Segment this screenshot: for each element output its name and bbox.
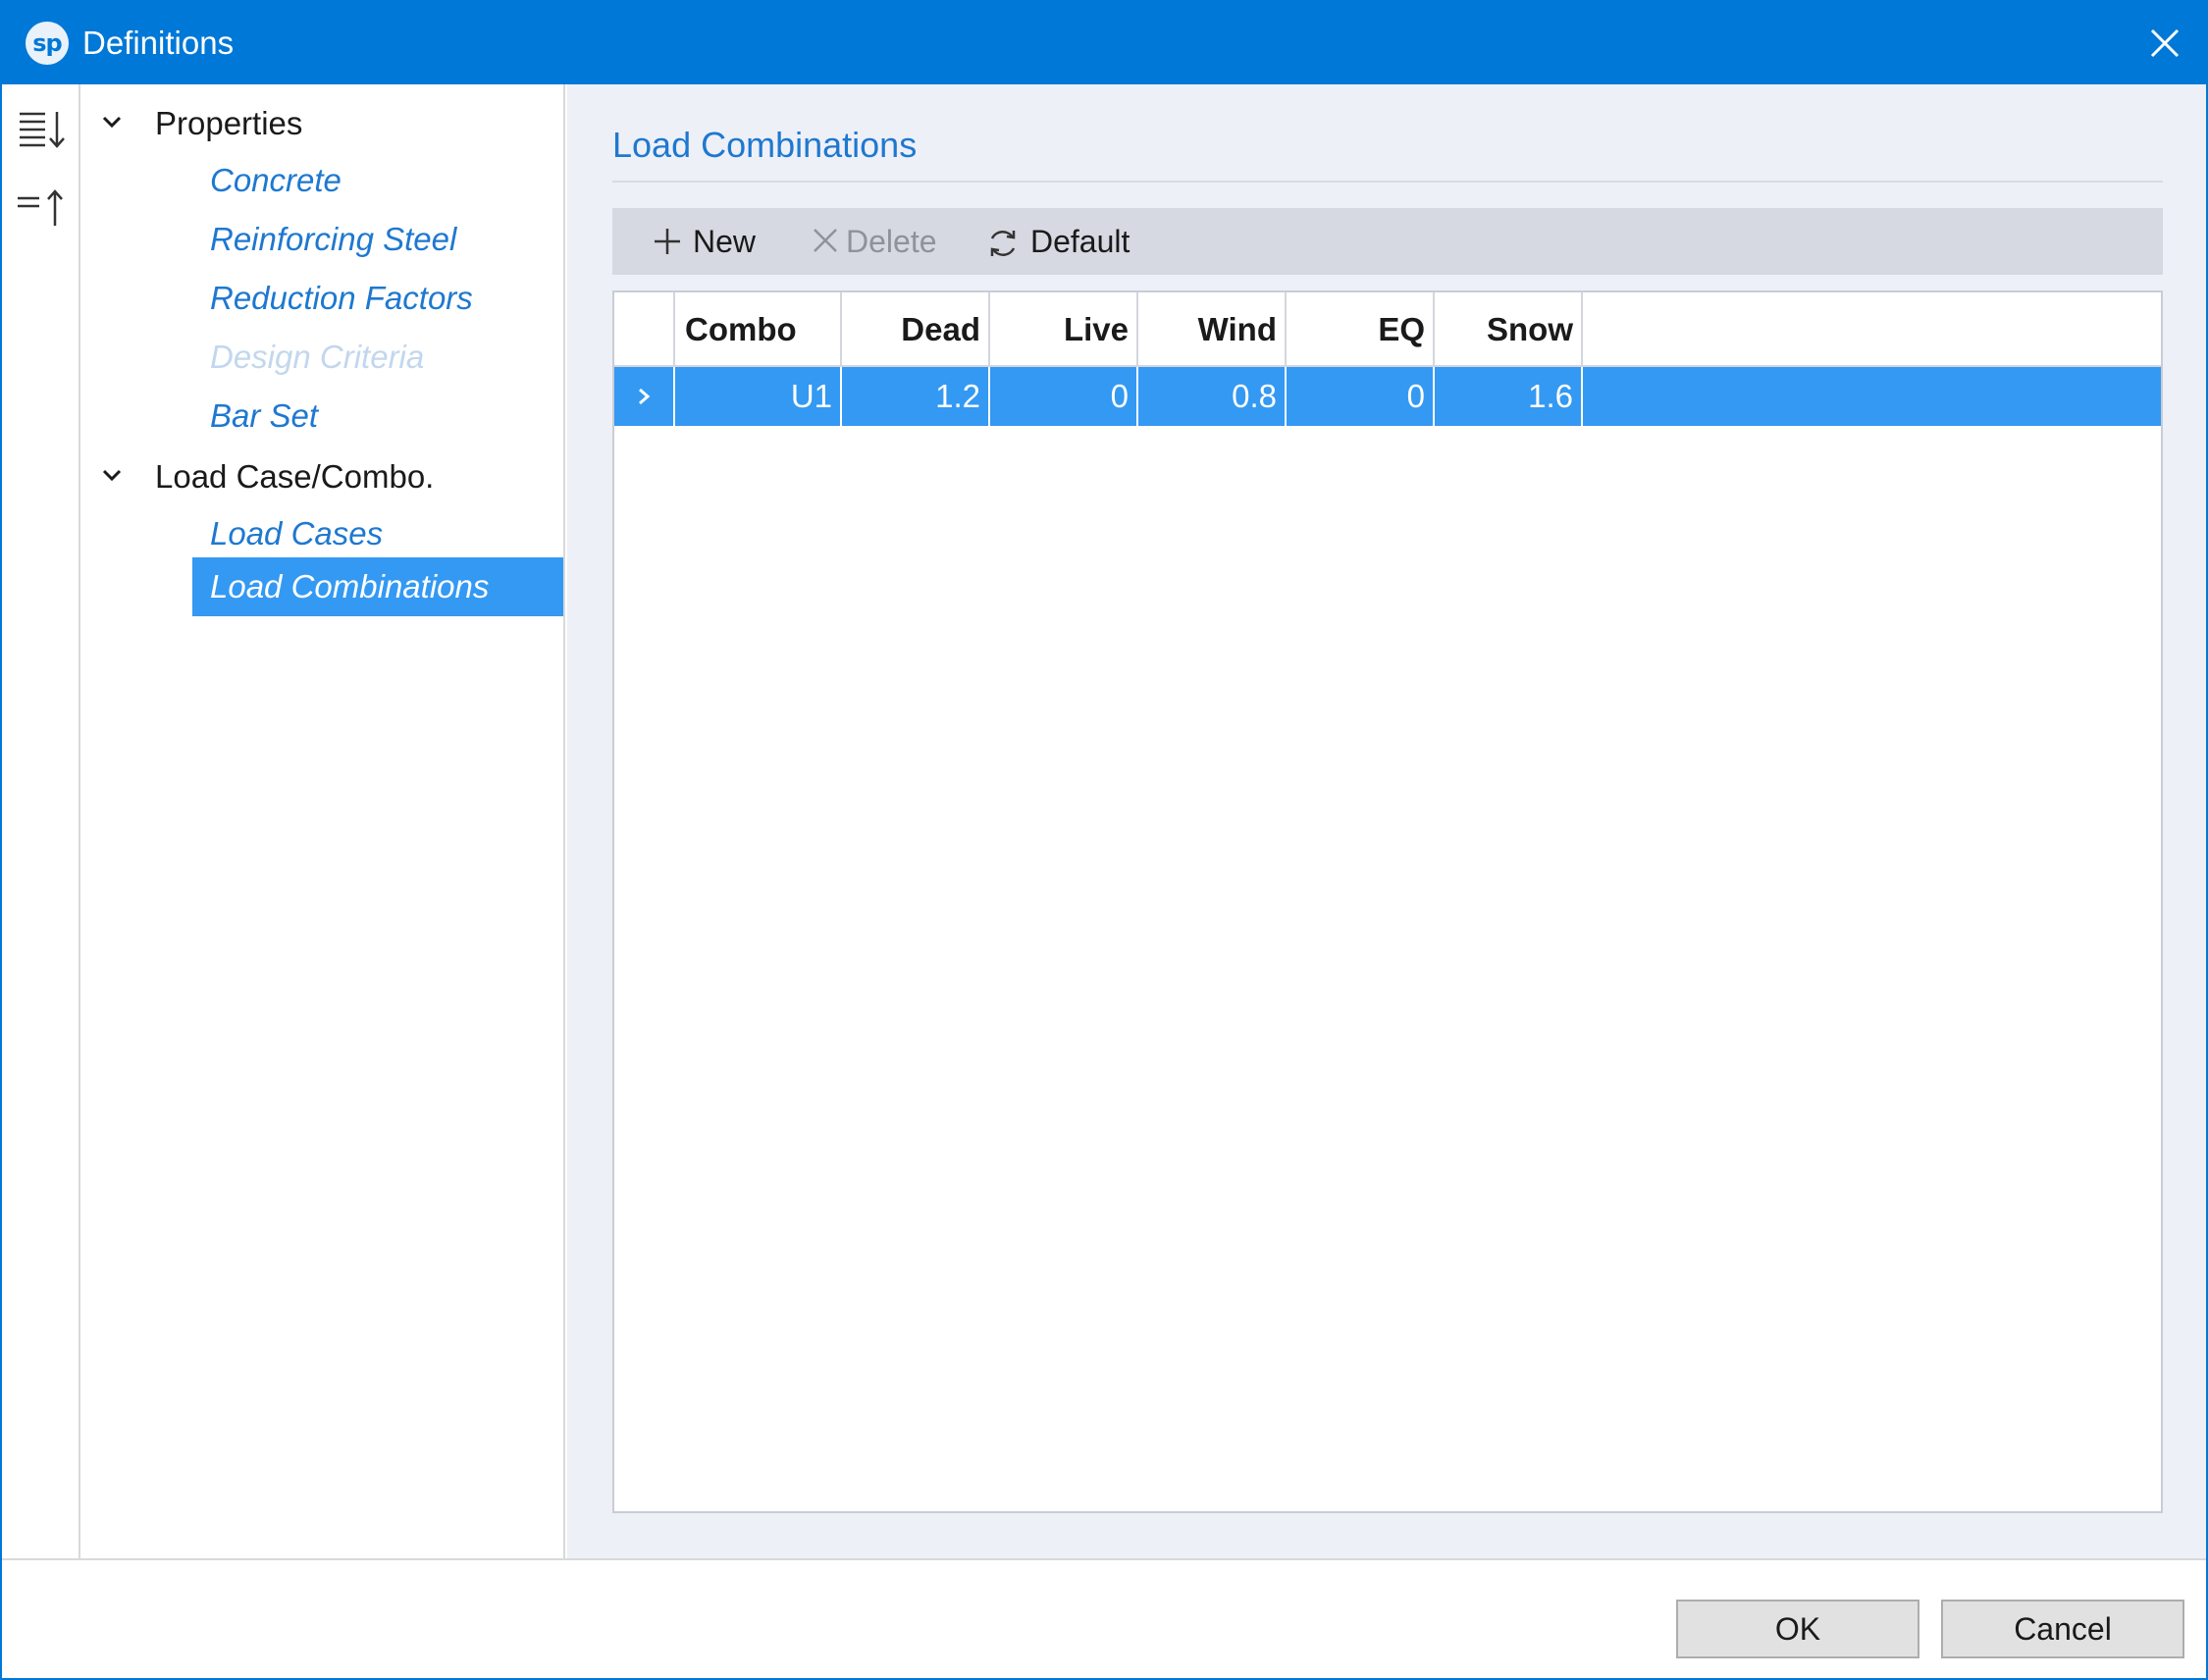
column-header-live[interactable]: Live — [990, 292, 1138, 365]
tree-item-label: Bar Set — [210, 397, 319, 434]
delete-button[interactable]: Delete — [811, 208, 958, 275]
load-combinations-grid: Combo Dead Live Wind EQ Snow U1 1.2 0 0.… — [612, 290, 2163, 1513]
default-button-label: Default — [1030, 224, 1130, 259]
chevron-down-icon — [102, 469, 122, 482]
content-panel: Load Combinations New Delete Default Com… — [567, 84, 2206, 1558]
refresh-icon — [990, 231, 1016, 256]
ok-button[interactable]: OK — [1676, 1600, 1919, 1658]
tree-item-label: Concrete — [210, 162, 342, 198]
tree-item-label: Load Cases — [210, 515, 384, 551]
page-title: Load Combinations — [612, 125, 918, 165]
column-header-eq[interactable]: EQ — [1287, 292, 1435, 365]
tree-item-concrete[interactable]: Concrete — [192, 151, 563, 210]
table-row[interactable]: U1 1.2 0 0.8 0 1.6 — [614, 367, 2161, 426]
grid-header-row: Combo Dead Live Wind EQ Snow — [614, 292, 2161, 367]
definitions-dialog: sp Definitions Properties Concrete Reinf… — [0, 0, 2208, 1680]
tree-group-label: Load Case/Combo. — [155, 458, 435, 495]
tree-item-label: Reduction Factors — [210, 280, 473, 316]
title-divider — [612, 181, 2163, 183]
row-indicator-header — [614, 292, 675, 365]
tree-item-design-criteria: Design Criteria — [192, 328, 563, 387]
tree-item-load-cases[interactable]: Load Cases — [192, 504, 563, 563]
cell-combo[interactable]: U1 — [675, 367, 842, 426]
window-title: Definitions — [82, 25, 235, 61]
tree-item-label: Reinforcing Steel — [210, 221, 457, 257]
tree-item-reduction-factors[interactable]: Reduction Factors — [192, 269, 563, 328]
cell-dead[interactable]: 1.2 — [842, 367, 990, 426]
cell-snow[interactable]: 1.6 — [1435, 367, 1583, 426]
grid-toolbar: New Delete Default — [612, 208, 2163, 275]
delete-x-icon — [814, 229, 837, 252]
close-button[interactable] — [2124, 2, 2206, 84]
tree-item-load-combinations[interactable]: Load Combinations — [192, 557, 563, 616]
tree-item-bar-set[interactable]: Bar Set — [192, 387, 563, 446]
chevron-down-icon — [102, 116, 122, 129]
title-bar: sp Definitions — [2, 2, 2206, 84]
row-indicator[interactable] — [614, 367, 675, 426]
app-logo-icon: sp — [26, 22, 69, 65]
collapse-all-icon — [18, 189, 63, 226]
expand-all-icon — [20, 112, 65, 148]
tree-group-properties[interactable]: Properties — [80, 94, 565, 149]
new-button-label: New — [693, 224, 757, 259]
tree-item-label: Load Combinations — [210, 568, 490, 604]
tree-item-label: Design Criteria — [210, 339, 425, 375]
close-icon — [2150, 28, 2180, 58]
column-header-combo[interactable]: Combo — [675, 292, 842, 365]
cancel-button[interactable]: Cancel — [1941, 1600, 2184, 1658]
chevron-right-icon — [639, 388, 651, 405]
delete-button-label: Delete — [846, 224, 937, 259]
column-header-wind[interactable]: Wind — [1138, 292, 1287, 365]
dialog-footer: OK Cancel — [2, 1558, 2206, 1678]
tree-group-label: Properties — [155, 105, 303, 141]
default-button[interactable]: Default — [985, 208, 1162, 275]
column-header-dead[interactable]: Dead — [842, 292, 990, 365]
definitions-tree: Properties Concrete Reinforcing Steel Re… — [80, 84, 565, 1558]
tree-item-reinforcing-steel[interactable]: Reinforcing Steel — [192, 210, 563, 269]
cell-live[interactable]: 0 — [990, 367, 1138, 426]
tree-group-load-case-combo[interactable]: Load Case/Combo. — [80, 447, 565, 502]
new-button[interactable]: New — [652, 208, 779, 275]
tree-tools-strip — [2, 84, 80, 1558]
expand-all-button[interactable] — [14, 102, 71, 159]
collapse-all-button[interactable] — [14, 179, 71, 236]
plus-icon — [655, 229, 680, 254]
column-header-snow[interactable]: Snow — [1435, 292, 1583, 365]
cell-wind[interactable]: 0.8 — [1138, 367, 1287, 426]
cell-eq[interactable]: 0 — [1287, 367, 1435, 426]
